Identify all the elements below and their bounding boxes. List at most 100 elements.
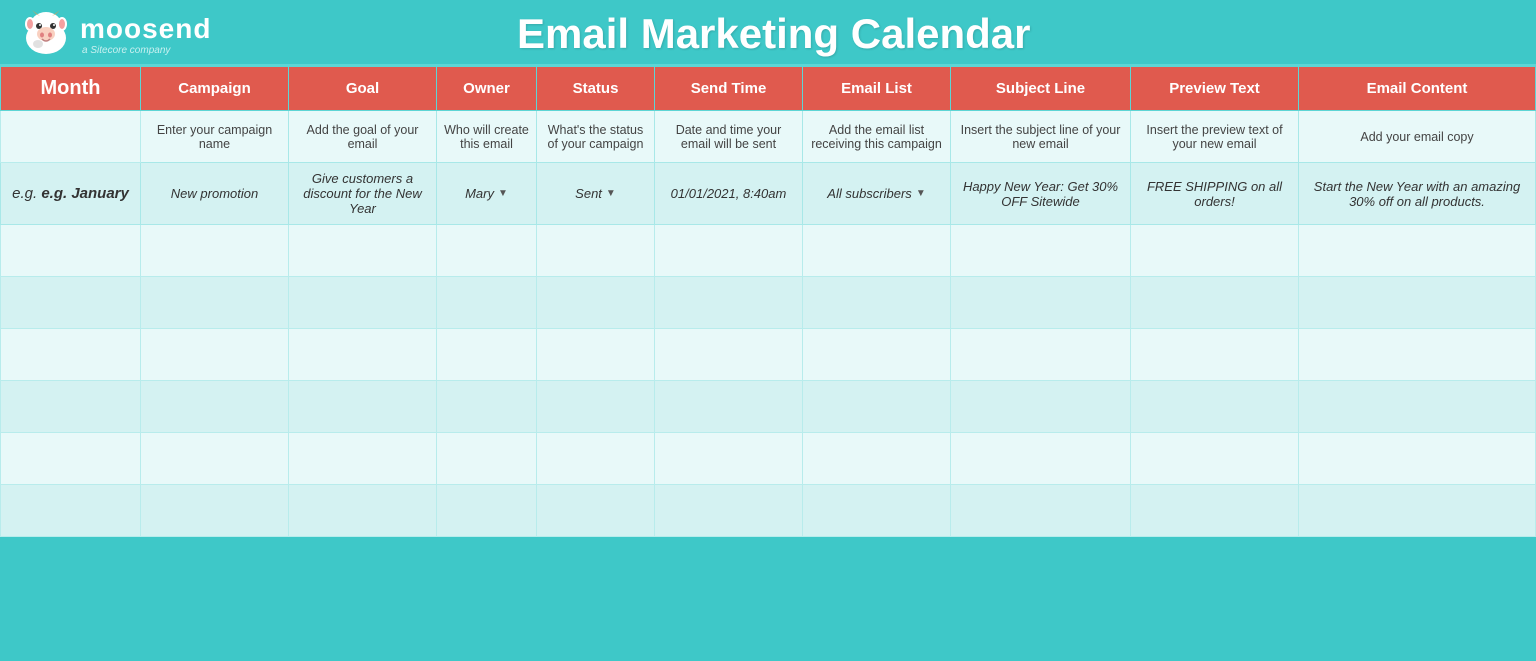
empty-content-6[interactable] (1299, 485, 1536, 537)
desc-status: What's the status of your campaign (537, 111, 655, 163)
col-header-preview-text: Preview Text (1131, 67, 1299, 111)
example-subject-line: Happy New Year: Get 30% OFF Sitewide (951, 163, 1131, 225)
empty-month-6 (1, 485, 141, 537)
empty-status-4[interactable] (537, 381, 655, 433)
owner-dropdown[interactable]: Mary ▼ (443, 186, 530, 201)
header: moosend a Sitecore company Email Marketi… (0, 0, 1536, 66)
empty-content-5[interactable] (1299, 433, 1536, 485)
col-header-subject-line: Subject Line (951, 67, 1131, 111)
empty-campaign-4[interactable] (141, 381, 289, 433)
empty-status-6[interactable] (537, 485, 655, 537)
example-row: e.g. e.g. January New promotion Give cus… (1, 163, 1536, 225)
status-value: Sent (575, 186, 602, 201)
desc-send-time: Date and time your email will be sent (655, 111, 803, 163)
empty-goal-4[interactable] (289, 381, 437, 433)
empty-campaign-1[interactable] (141, 225, 289, 277)
empty-owner-4[interactable] (437, 381, 537, 433)
empty-sendtime-2[interactable] (655, 277, 803, 329)
empty-emaillist-4[interactable] (803, 381, 951, 433)
page-title: Email Marketing Calendar (211, 10, 1336, 58)
empty-owner-2[interactable] (437, 277, 537, 329)
table-row (1, 225, 1536, 277)
moosend-logo-icon (20, 10, 72, 58)
empty-month-4 (1, 381, 141, 433)
empty-month-2 (1, 277, 141, 329)
empty-campaign-3[interactable] (141, 329, 289, 381)
logo-tagline: a Sitecore company (82, 45, 170, 56)
empty-preview-2[interactable] (1131, 277, 1299, 329)
empty-month-1 (1, 225, 141, 277)
empty-status-1[interactable] (537, 225, 655, 277)
empty-owner-1[interactable] (437, 225, 537, 277)
empty-content-3[interactable] (1299, 329, 1536, 381)
table-row (1, 329, 1536, 381)
empty-emaillist-6[interactable] (803, 485, 951, 537)
empty-preview-6[interactable] (1131, 485, 1299, 537)
email-list-dropdown-arrow-icon: ▼ (916, 188, 926, 199)
empty-content-4[interactable] (1299, 381, 1536, 433)
empty-campaign-6[interactable] (141, 485, 289, 537)
empty-owner-3[interactable] (437, 329, 537, 381)
empty-subject-6[interactable] (951, 485, 1131, 537)
empty-subject-3[interactable] (951, 329, 1131, 381)
empty-content-1[interactable] (1299, 225, 1536, 277)
desc-month-empty (1, 111, 141, 163)
empty-preview-1[interactable] (1131, 225, 1299, 277)
empty-content-2[interactable] (1299, 277, 1536, 329)
logo-name: moosend (80, 13, 211, 45)
col-header-send-time: Send Time (655, 67, 803, 111)
empty-sendtime-1[interactable] (655, 225, 803, 277)
empty-owner-5[interactable] (437, 433, 537, 485)
status-dropdown-arrow-icon: ▼ (606, 188, 616, 199)
empty-goal-6[interactable] (289, 485, 437, 537)
table-row (1, 433, 1536, 485)
logo-text-area: moosend a Sitecore company (80, 13, 211, 56)
owner-value: Mary (465, 186, 494, 201)
empty-goal-3[interactable] (289, 329, 437, 381)
empty-emaillist-2[interactable] (803, 277, 951, 329)
empty-emaillist-3[interactable] (803, 329, 951, 381)
header-row: Month Campaign Goal Owner Status Send Ti… (1, 67, 1536, 111)
table-row (1, 381, 1536, 433)
empty-month-3 (1, 329, 141, 381)
empty-emaillist-1[interactable] (803, 225, 951, 277)
empty-subject-1[interactable] (951, 225, 1131, 277)
empty-owner-6[interactable] (437, 485, 537, 537)
example-campaign: New promotion (141, 163, 289, 225)
empty-sendtime-5[interactable] (655, 433, 803, 485)
email-list-dropdown[interactable]: All subscribers ▼ (809, 186, 944, 201)
logo-inline: moosend a Sitecore company (20, 10, 211, 58)
empty-preview-3[interactable] (1131, 329, 1299, 381)
col-header-goal: Goal (289, 67, 437, 111)
empty-status-5[interactable] (537, 433, 655, 485)
empty-goal-1[interactable] (289, 225, 437, 277)
col-header-status: Status (537, 67, 655, 111)
col-header-owner: Owner (437, 67, 537, 111)
desc-owner: Who will create this email (437, 111, 537, 163)
empty-goal-2[interactable] (289, 277, 437, 329)
empty-goal-5[interactable] (289, 433, 437, 485)
example-send-time: 01/01/2021, 8:40am (655, 163, 803, 225)
empty-subject-5[interactable] (951, 433, 1131, 485)
empty-subject-4[interactable] (951, 381, 1131, 433)
desc-subject-line: Insert the subject line of your new emai… (951, 111, 1131, 163)
empty-emaillist-5[interactable] (803, 433, 951, 485)
status-dropdown[interactable]: Sent ▼ (543, 186, 648, 201)
empty-campaign-5[interactable] (141, 433, 289, 485)
empty-preview-5[interactable] (1131, 433, 1299, 485)
example-preview-text: FREE SHIPPING on all orders! (1131, 163, 1299, 225)
empty-campaign-2[interactable] (141, 277, 289, 329)
empty-sendtime-4[interactable] (655, 381, 803, 433)
empty-sendtime-6[interactable] (655, 485, 803, 537)
empty-month-5 (1, 433, 141, 485)
desc-preview-text: Insert the preview text of your new emai… (1131, 111, 1299, 163)
empty-preview-4[interactable] (1131, 381, 1299, 433)
owner-dropdown-arrow-icon: ▼ (498, 188, 508, 199)
empty-status-2[interactable] (537, 277, 655, 329)
empty-sendtime-3[interactable] (655, 329, 803, 381)
desc-goal: Add the goal of your email (289, 111, 437, 163)
empty-subject-2[interactable] (951, 277, 1131, 329)
col-header-email-list: Email List (803, 67, 951, 111)
empty-status-3[interactable] (537, 329, 655, 381)
example-email-content: Start the New Year with an amazing 30% o… (1299, 163, 1536, 225)
